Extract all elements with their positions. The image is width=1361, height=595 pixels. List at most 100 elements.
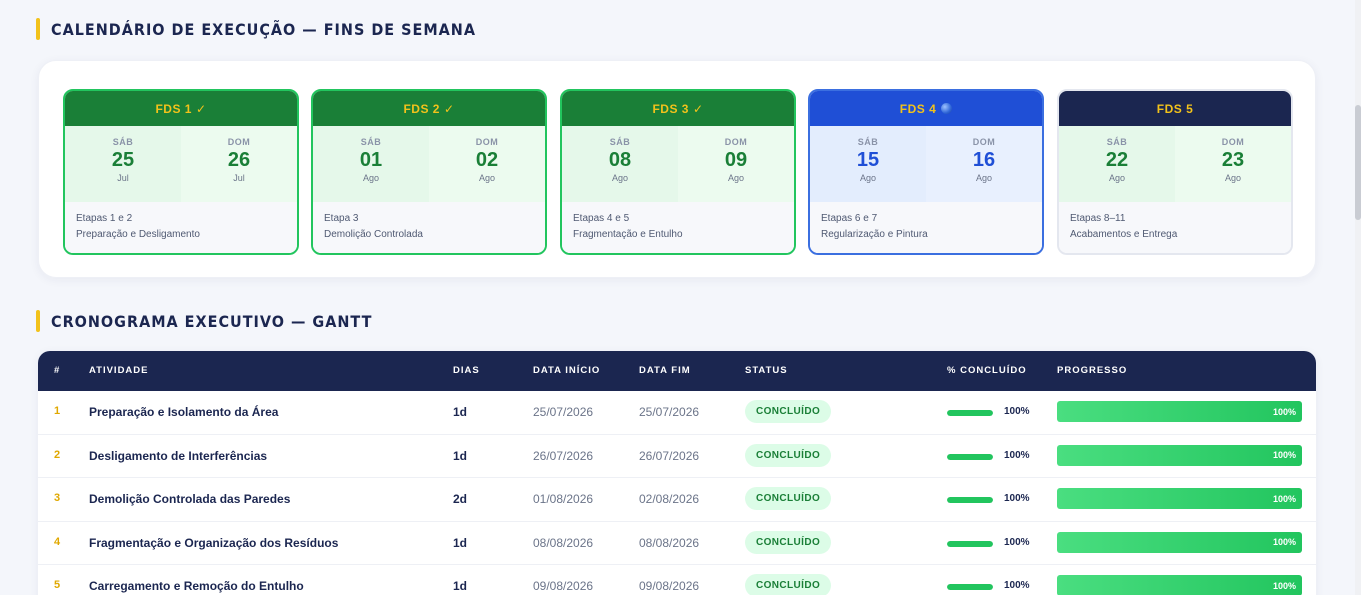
col-header-progress: PROGRESSO bbox=[1057, 365, 1128, 376]
weekend-card-footer: Etapas 6 e 7 Regularização e Pintura bbox=[810, 202, 1042, 253]
start-date: 25/07/2026 bbox=[533, 405, 594, 419]
col-header-pct: % CONCLUÍDO bbox=[947, 365, 1027, 376]
row-number: 2 bbox=[54, 448, 61, 461]
weekend-steps: Etapas 6 e 7 bbox=[821, 213, 878, 224]
percent-mini-bar bbox=[947, 584, 993, 591]
row-number: 1 bbox=[54, 405, 61, 417]
weekend-calendar-panel: FDS 1 ✓ SÁB 25 Jul DOM 26 Jul Etapas 1 e … bbox=[38, 60, 1316, 278]
day-name: DOM bbox=[227, 137, 251, 147]
weekend-label: FDS 2 bbox=[403, 101, 440, 116]
col-header-end: DATA FIM bbox=[639, 365, 691, 376]
day-name: DOM bbox=[1221, 137, 1245, 147]
activity-name: Preparação e Isolamento da Área bbox=[89, 405, 279, 419]
progress-label: 100% bbox=[1272, 493, 1296, 504]
start-date: 01/08/2026 bbox=[533, 492, 594, 507]
progress-label: 100% bbox=[1272, 406, 1296, 417]
day-number: 25 bbox=[111, 149, 135, 171]
sunday-cell: DOM 02 Ago bbox=[429, 126, 545, 202]
day-number: 26 bbox=[227, 149, 251, 171]
progress-fill: 100% bbox=[1057, 575, 1302, 595]
progress-label: 100% bbox=[1272, 537, 1296, 548]
weekend-steps: Etapas 8–11 bbox=[1070, 213, 1126, 224]
col-header-activity: ATIVIDADE bbox=[89, 365, 149, 376]
day-number: 15 bbox=[856, 149, 880, 171]
section-accent-bar bbox=[36, 18, 40, 40]
check-icon: ✓ bbox=[692, 101, 704, 116]
start-date: 08/08/2026 bbox=[533, 535, 594, 550]
col-header-num: # bbox=[54, 365, 61, 376]
percent-complete: 100% bbox=[1004, 493, 1030, 505]
status-badge: CONCLUÍDO bbox=[745, 530, 832, 554]
gantt-table: # ATIVIDADE DIAS DATA INÍCIO DATA FIM ST… bbox=[38, 351, 1316, 595]
end-date: 09/08/2026 bbox=[639, 579, 700, 594]
start-date: 09/08/2026 bbox=[533, 579, 594, 594]
gantt-heading: CRONOGRAMA EXECUTIVO — GANTT bbox=[51, 311, 373, 331]
row-number: 3 bbox=[54, 492, 61, 505]
activity-name: Desligamento de Interferências bbox=[89, 448, 268, 463]
duration-days: 1d bbox=[453, 405, 468, 419]
weekend-description: Demolição Controlada bbox=[324, 229, 423, 240]
month-name: Ago bbox=[859, 173, 876, 183]
day-name: SÁB bbox=[609, 137, 631, 147]
day-name: DOM bbox=[475, 137, 499, 147]
table-row[interactable]: 5 Carregamento e Remoção do Entulho 1d 0… bbox=[38, 565, 1316, 595]
progress-bar: 100% bbox=[1057, 488, 1302, 510]
weekend-card-footer: Etapas 4 e 5 Fragmentação e Entulho bbox=[562, 202, 794, 253]
progress-fill: 100% bbox=[1057, 444, 1302, 466]
weekend-days: SÁB 22 Ago DOM 23 Ago bbox=[1059, 126, 1291, 202]
progress-label: 100% bbox=[1272, 450, 1296, 461]
calendar-section-title: CALENDÁRIO DE EXECUÇÃO — FINS DE SEMANA bbox=[36, 18, 476, 40]
weekend-days: SÁB 25 Jul DOM 26 Jul bbox=[65, 126, 297, 202]
day-name: SÁB bbox=[857, 137, 879, 147]
weekend-days: SÁB 01 Ago DOM 02 Ago bbox=[313, 126, 545, 202]
month-name: Jul bbox=[233, 173, 245, 183]
weekend-label: FDS 4 bbox=[899, 101, 937, 116]
scrollbar-thumb[interactable] bbox=[1355, 105, 1361, 220]
weekend-card: FDS 5 SÁB 22 Ago DOM 23 Ago Etapas 8–11 … bbox=[1057, 89, 1293, 255]
weekend-card: FDS 2 ✓ SÁB 01 Ago DOM 02 Ago Etapa 3 Dem… bbox=[311, 89, 547, 255]
duration-days: 1d bbox=[453, 535, 468, 550]
table-row[interactable]: 1 Preparação e Isolamento da Área 1d 25/… bbox=[38, 391, 1316, 435]
weekend-label: FDS 1 bbox=[155, 101, 192, 116]
percent-complete: 100% bbox=[1004, 580, 1030, 592]
percent-mini-bar bbox=[947, 540, 993, 547]
duration-days: 1d bbox=[453, 579, 468, 594]
progress-bar: 100% bbox=[1057, 401, 1302, 422]
table-row[interactable]: 3 Demolição Controlada das Paredes 2d 01… bbox=[38, 478, 1316, 522]
weekend-days: SÁB 15 Ago DOM 16 Ago bbox=[810, 126, 1042, 202]
weekend-description: Acabamentos e Entrega bbox=[1070, 229, 1178, 240]
weekend-steps: Etapas 1 e 2 bbox=[76, 213, 133, 224]
saturday-cell: SÁB 01 Ago bbox=[313, 126, 429, 202]
weekend-card-header: FDS 2 ✓ bbox=[313, 91, 545, 126]
saturday-cell: SÁB 22 Ago bbox=[1059, 126, 1175, 202]
weekend-card: FDS 4 SÁB 15 Ago DOM 16 Ago Etapas 6 e 7… bbox=[808, 89, 1044, 255]
weekend-card-footer: Etapas 1 e 2 Preparação e Desligamento bbox=[65, 202, 297, 253]
month-name: Ago bbox=[975, 173, 992, 183]
duration-days: 1d bbox=[453, 448, 468, 463]
saturday-cell: SÁB 08 Ago bbox=[562, 126, 678, 202]
month-name: Ago bbox=[1108, 173, 1125, 183]
section-accent-bar bbox=[36, 310, 40, 332]
saturday-cell: SÁB 25 Jul bbox=[65, 126, 181, 202]
saturday-cell: SÁB 15 Ago bbox=[810, 126, 926, 202]
month-name: Ago bbox=[727, 173, 744, 183]
day-name: SÁB bbox=[1106, 137, 1128, 147]
table-row[interactable]: 4 Fragmentação e Organização dos Resíduo… bbox=[38, 522, 1316, 566]
sunday-cell: DOM 09 Ago bbox=[678, 126, 794, 202]
table-row[interactable]: 2 Desligamento de Interferências 1d 26/0… bbox=[38, 435, 1316, 479]
weekend-steps: Etapas 4 e 5 bbox=[573, 213, 630, 224]
sunday-cell: DOM 16 Ago bbox=[926, 126, 1042, 202]
weekend-card-header: FDS 4 bbox=[810, 91, 1042, 126]
day-number: 02 bbox=[475, 149, 499, 171]
calendar-heading: CALENDÁRIO DE EXECUÇÃO — FINS DE SEMANA bbox=[51, 19, 476, 39]
end-date: 26/07/2026 bbox=[639, 448, 700, 463]
page-scrollbar[interactable] bbox=[1355, 0, 1361, 595]
page: CALENDÁRIO DE EXECUÇÃO — FINS DE SEMANA … bbox=[0, 0, 1361, 595]
col-header-days: DIAS bbox=[453, 365, 480, 376]
weekend-card-header: FDS 5 bbox=[1059, 91, 1291, 126]
percent-mini-fill bbox=[947, 584, 993, 591]
percent-mini-fill bbox=[947, 453, 993, 460]
day-number: 22 bbox=[1105, 149, 1129, 171]
percent-mini-bar bbox=[947, 410, 993, 416]
start-date: 26/07/2026 bbox=[533, 448, 594, 463]
